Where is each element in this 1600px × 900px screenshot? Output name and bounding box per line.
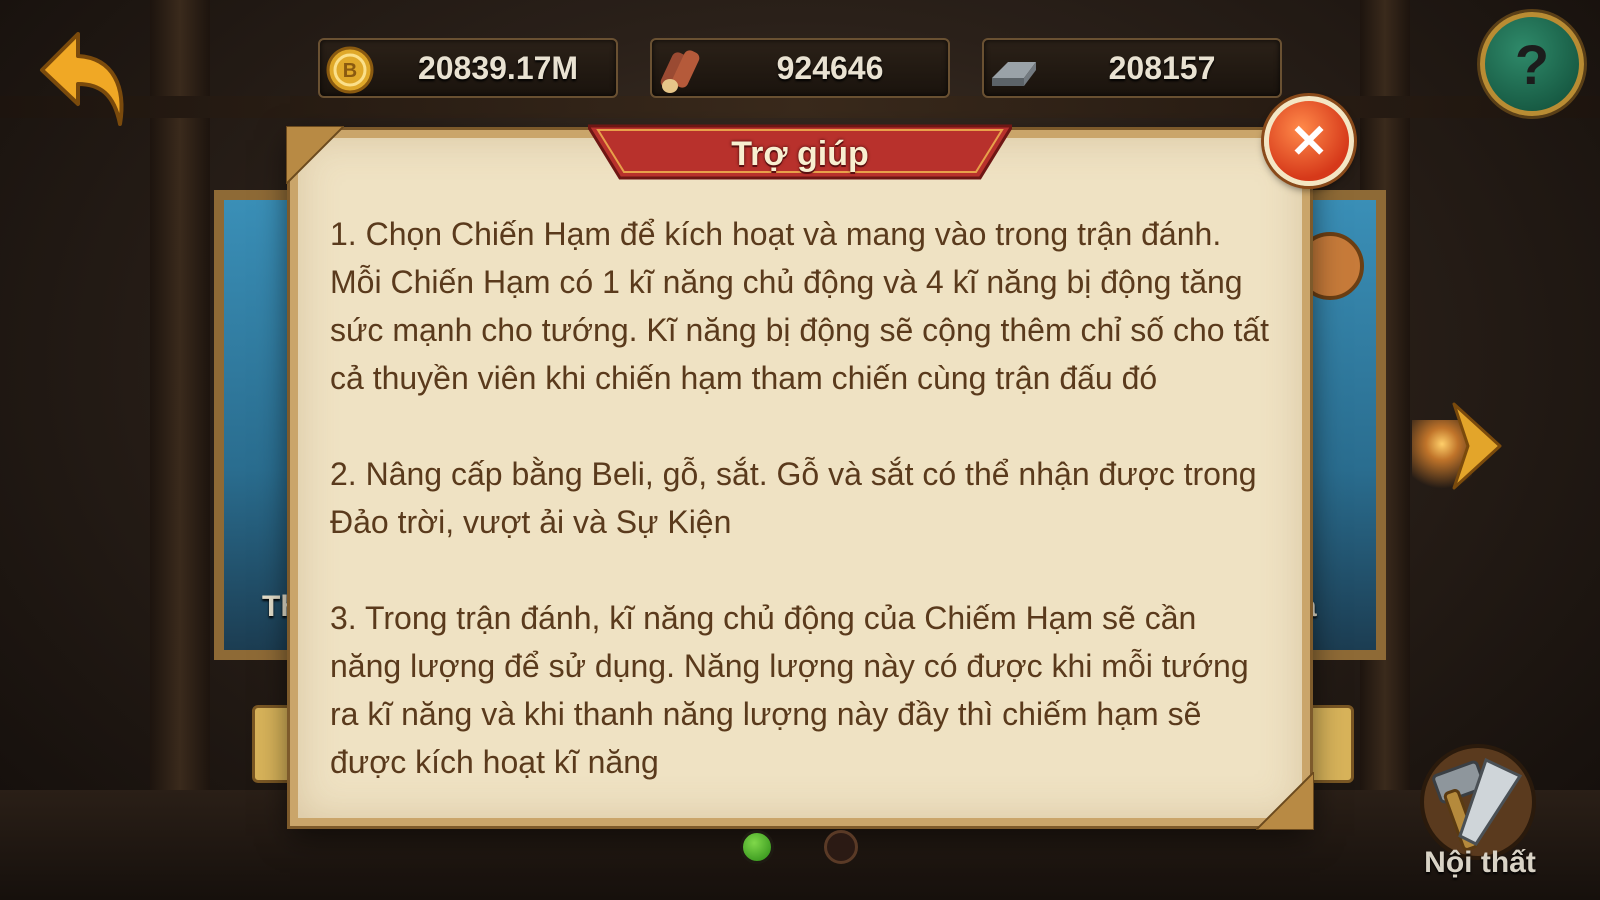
help-paragraph-1: 1. Chọn Chiến Hạm để kích hoạt và mang v… [330, 216, 1270, 396]
background-beam-left [150, 0, 210, 900]
help-paragraph-2: 2. Nâng cấp bằng Beli, gỗ, sắt. Gỗ và sắ… [330, 456, 1257, 540]
beli-coin-icon: B [326, 46, 374, 94]
help-button[interactable]: ? [1480, 12, 1584, 116]
help-paragraph-3: 3. Trong trận đánh, kĩ năng chủ động của… [330, 600, 1249, 780]
page-dot-1[interactable] [740, 830, 774, 864]
chevron-right-icon [1452, 402, 1502, 490]
question-icon: ? [1514, 32, 1550, 96]
wood-log-icon [660, 50, 700, 93]
close-button[interactable]: ✕ [1264, 96, 1354, 186]
back-arrow-icon [40, 32, 124, 126]
help-content[interactable]: 1. Chọn Chiến Hạm để kích hoạt và mang v… [330, 210, 1270, 785]
back-button[interactable] [38, 28, 128, 130]
dialog-corner-ornament [286, 126, 344, 184]
beli-value: 20839.17M [417, 49, 579, 86]
background-beam-top [0, 96, 1600, 118]
iron-counter: 208157 [982, 38, 1282, 98]
furniture-label: Nội thất [1424, 846, 1536, 879]
page-dot-2[interactable] [824, 830, 858, 864]
close-icon: ✕ [1289, 115, 1329, 167]
dialog-title: Trợ giúp [731, 134, 869, 173]
iron-value: 208157 [1108, 49, 1216, 86]
next-arrow-button[interactable] [1446, 398, 1506, 494]
svg-text:B: B [343, 60, 357, 82]
wood-counter: 924646 [650, 38, 950, 98]
iron-ingot-icon [992, 62, 1036, 86]
wood-value: 924646 [776, 49, 884, 86]
beli-counter: B 20839.17M [318, 38, 618, 98]
